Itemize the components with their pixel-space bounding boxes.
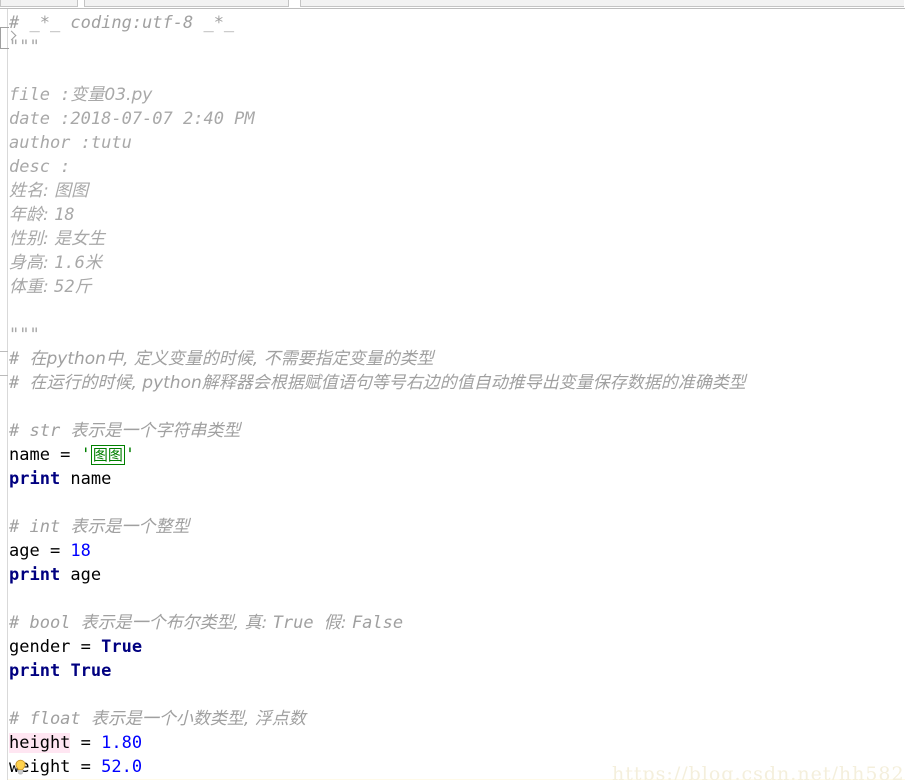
code-token: False — [351, 613, 404, 633]
code-line[interactable]: 身高: 1.6米 — [9, 251, 102, 275]
code-token: 52.0 — [101, 757, 143, 777]
code-token: height — [9, 733, 71, 753]
watermark-text: https://blog.csdn.net/hh5820 — [612, 763, 905, 780]
code-token: 姓名: 图图 — [9, 181, 89, 201]
code-editor[interactable]: # _*_ coding:utf-8 _*_ """ file :变量03.py d… — [0, 9, 905, 780]
code-line[interactable]: name = ' 图图 ' — [9, 443, 135, 467]
code-token: age — [60, 565, 102, 585]
code-line[interactable]: date :2018-07-07 2:40 PM — [9, 107, 255, 131]
editor-tab-strip[interactable] — [300, 0, 904, 7]
code-token: 表示是一个字符串类型 — [70, 421, 241, 441]
code-token: ' — [80, 445, 91, 465]
code-token: 图图 — [90, 445, 125, 465]
code-line[interactable]: 年龄: 18 — [9, 203, 75, 227]
code-line[interactable]: 性别: 是女生 — [9, 227, 105, 251]
code-token: """ — [9, 37, 40, 57]
code-token: name = — [9, 445, 81, 465]
code-token: age = — [9, 541, 71, 561]
code-token: date :2018-07-07 2:40 PM — [9, 109, 255, 129]
code-token: # — [9, 349, 30, 369]
code-token: 1.80 — [101, 733, 143, 753]
code-line[interactable]: gender = True — [9, 635, 142, 659]
code-token: """ — [9, 325, 40, 345]
code-line[interactable]: print name — [9, 467, 111, 491]
code-token: 18 — [54, 205, 75, 225]
code-token: 18 — [70, 541, 91, 561]
code-token: 斤 — [74, 277, 92, 297]
code-line[interactable]: """ — [9, 35, 40, 59]
code-line[interactable]: height = 1.80 — [9, 731, 142, 755]
code-line[interactable] — [9, 395, 19, 419]
code-token: 身高: — [9, 253, 55, 273]
code-line[interactable]: """ — [9, 323, 40, 347]
window-toolbar-strip — [0, 0, 905, 9]
code-token: True — [101, 637, 143, 657]
code-line[interactable]: # bool 表示是一个布尔类型, 真: True 假: False — [9, 611, 403, 635]
code-token: True — [70, 661, 112, 681]
toolbar-segment-left[interactable] — [0, 0, 78, 7]
code-line[interactable]: desc : — [9, 155, 70, 179]
code-line[interactable]: # str 表示是一个字符串类型 — [9, 419, 240, 443]
code-token: # int — [9, 517, 71, 537]
code-token: desc : — [9, 157, 71, 177]
lightbulb-icon[interactable] — [12, 759, 29, 776]
editor-gutter[interactable] — [0, 9, 9, 780]
code-line[interactable]: print True — [9, 659, 111, 683]
code-fold-tick-icon[interactable] — [0, 351, 8, 352]
code-line[interactable]: # int 表示是一个整型 — [9, 515, 189, 539]
code-token: 体重: — [9, 277, 55, 297]
code-line[interactable]: # 在python中, 定义变量的时候, 不需要指定变量的类型 — [9, 347, 434, 371]
code-fold-marker-icon[interactable] — [0, 27, 9, 49]
code-token: # float — [9, 709, 91, 729]
code-token: 1.6 — [54, 253, 85, 273]
code-token: 年龄: — [9, 205, 55, 225]
code-token: file : — [9, 85, 71, 105]
code-line[interactable] — [9, 299, 19, 323]
code-token: 表示是一个整型 — [70, 517, 190, 537]
code-line[interactable]: age = 18 — [9, 539, 91, 563]
code-token: print — [9, 469, 61, 489]
code-token: # bool — [9, 613, 81, 633]
code-line[interactable]: author :tutu — [9, 131, 132, 155]
code-token: 在运行的时候, python解释器会根据赋值语句等号右边的值自动推导出变量保存数… — [29, 373, 746, 393]
code-token: = — [70, 733, 102, 753]
code-token: # — [9, 373, 30, 393]
code-token: 变量03.py — [70, 85, 153, 105]
code-line[interactable]: # float 表示是一个小数类型, 浮点数 — [9, 707, 306, 731]
code-token: 在python中, 定义变量的时候, 不需要指定变量的类型 — [29, 349, 434, 369]
code-token: 表示是一个布尔类型, 真: — [80, 613, 273, 633]
code-line[interactable]: # 在运行的时候, python解释器会根据赋值语句等号右边的值自动推导出变量保… — [9, 371, 746, 395]
code-token: 假: — [323, 613, 352, 633]
code-token: # _*_ coding:utf-8 _*_ — [9, 13, 235, 33]
code-token: 52 — [54, 277, 75, 297]
code-line[interactable] — [9, 587, 19, 611]
code-token: author :tutu — [9, 133, 132, 153]
code-token: 性别: 是女生 — [9, 229, 106, 249]
code-token: True — [272, 613, 324, 633]
toolbar-segment-middle[interactable] — [84, 0, 289, 7]
code-line[interactable]: file :变量03.py — [9, 83, 152, 107]
code-line[interactable]: 姓名: 图图 — [9, 179, 88, 203]
code-line[interactable]: # _*_ coding:utf-8 _*_ — [9, 11, 234, 35]
code-token: # str — [9, 421, 71, 441]
code-content[interactable]: # _*_ coding:utf-8 _*_ """ file :变量03.py d… — [9, 9, 905, 780]
code-token: 表示是一个小数类型, 浮点数 — [90, 709, 306, 729]
code-token: 米 — [84, 253, 102, 273]
code-line[interactable] — [9, 683, 19, 707]
code-line[interactable] — [9, 491, 19, 515]
code-token: ' — [124, 445, 136, 465]
code-fold-tick-icon[interactable] — [0, 375, 8, 376]
code-token: print — [9, 661, 61, 681]
code-line[interactable] — [9, 59, 19, 83]
code-token: name — [60, 469, 112, 489]
code-token: print — [9, 565, 61, 585]
code-line[interactable]: print age — [9, 563, 101, 587]
code-line[interactable]: 体重: 52斤 — [9, 275, 92, 299]
code-token: gender = — [9, 637, 102, 657]
